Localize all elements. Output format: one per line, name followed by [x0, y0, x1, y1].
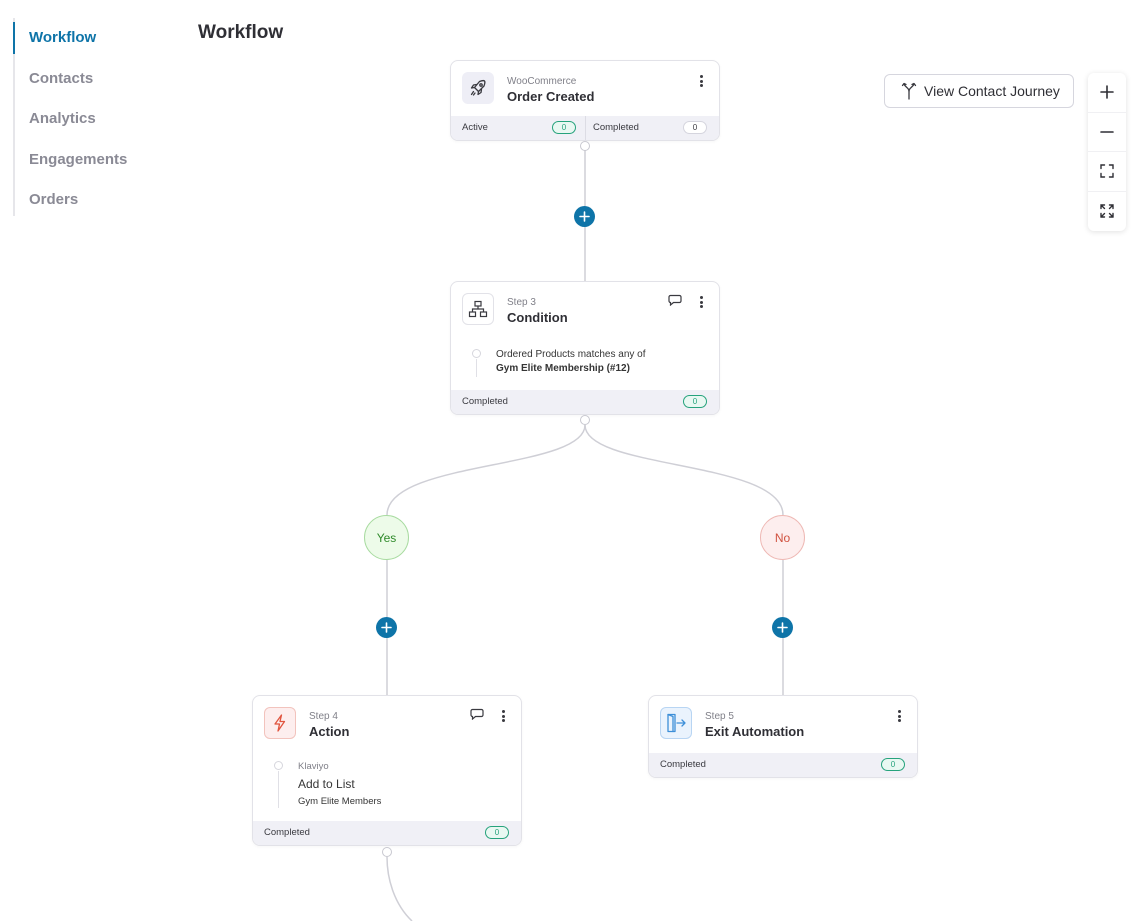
action-provider: Klaviyo	[298, 761, 329, 772]
trigger-output-port[interactable]	[580, 141, 590, 151]
condition-rule-text: Ordered Products matches any of	[496, 349, 646, 360]
completed-count-badge: 0	[485, 826, 509, 839]
completed-label: Completed	[660, 759, 706, 770]
exit-icon	[660, 707, 692, 739]
trigger-provider: WooCommerce	[507, 76, 577, 87]
condition-node[interactable]: Step 3 Condition Ordered Products matche…	[450, 281, 720, 415]
zoom-controls	[1088, 73, 1126, 231]
active-label: Active	[462, 122, 488, 133]
zoom-out-icon	[1100, 130, 1114, 133]
add-step-button[interactable]	[574, 206, 595, 227]
plus-icon	[777, 622, 788, 633]
exit-node[interactable]: Step 5 Exit Automation Completed 0	[648, 695, 918, 778]
branch-no[interactable]: No	[760, 515, 805, 560]
view-contact-journey-label: View Contact Journey	[924, 83, 1060, 99]
plus-icon	[579, 211, 590, 222]
rocket-icon	[462, 72, 494, 104]
action-value: Gym Elite Members	[298, 796, 382, 807]
condition-menu-icon[interactable]	[696, 295, 706, 309]
plus-icon	[381, 622, 392, 633]
fit-view-button[interactable]	[1088, 152, 1126, 192]
add-step-button-yes[interactable]	[376, 617, 397, 638]
exit-stats: Completed 0	[649, 753, 917, 777]
trigger-menu-icon[interactable]	[696, 74, 706, 88]
zoom-in-button[interactable]	[1088, 73, 1126, 113]
completed-count-badge: 0	[683, 121, 707, 134]
condition-rule-value: Gym Elite Membership (#12)	[496, 363, 630, 374]
condition-output-port[interactable]	[580, 415, 590, 425]
action-stats: Completed 0	[253, 821, 521, 845]
action-node[interactable]: Step 4 Action Klaviyo Add to List Gym El…	[252, 695, 522, 846]
fullscreen-icon	[1100, 204, 1114, 218]
add-step-button-no[interactable]	[772, 617, 793, 638]
exit-step: Step 5	[705, 711, 734, 722]
view-contact-journey-button[interactable]: View Contact Journey	[884, 74, 1074, 108]
completed-count-badge: 0	[683, 395, 707, 408]
lightning-icon	[264, 707, 296, 739]
action-menu-icon[interactable]	[498, 709, 508, 723]
comment-icon[interactable]	[668, 294, 682, 306]
trigger-stats: Active 0 Completed 0	[451, 116, 719, 140]
fit-view-icon	[1100, 164, 1114, 178]
exit-menu-icon[interactable]	[894, 709, 904, 723]
zoom-out-button[interactable]	[1088, 113, 1126, 152]
trigger-node-order-created[interactable]: WooCommerce Order Created Active 0 Compl…	[450, 60, 720, 141]
hierarchy-icon	[462, 293, 494, 325]
trigger-title: Order Created	[507, 89, 595, 104]
completed-label: Completed	[462, 396, 508, 407]
fullscreen-button[interactable]	[1088, 192, 1126, 232]
condition-stats: Completed 0	[451, 390, 719, 414]
comment-icon[interactable]	[470, 708, 484, 720]
completed-count-badge: 0	[881, 758, 905, 771]
branch-merge-icon	[901, 82, 917, 100]
action-step: Step 4	[309, 711, 338, 722]
completed-label: Completed	[264, 827, 310, 838]
zoom-in-icon	[1100, 85, 1114, 100]
completed-label: Completed	[593, 122, 639, 133]
action-title: Action	[309, 724, 350, 739]
action-output-port[interactable]	[382, 847, 392, 857]
condition-title: Condition	[507, 310, 568, 325]
active-count-badge: 0	[552, 121, 576, 134]
branch-yes[interactable]: Yes	[364, 515, 409, 560]
action-name: Add to List	[298, 777, 355, 791]
exit-title: Exit Automation	[705, 724, 805, 739]
condition-step: Step 3	[507, 297, 536, 308]
